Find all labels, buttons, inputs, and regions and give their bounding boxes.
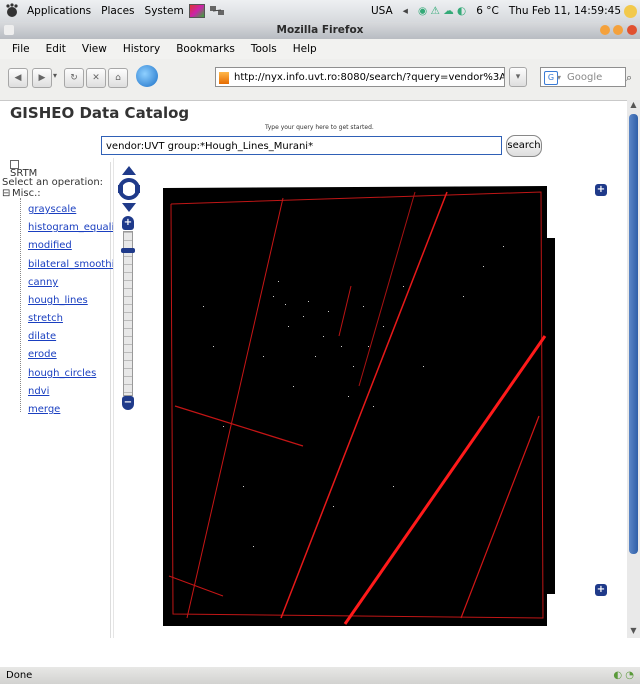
volume-icon[interactable]: ◂ <box>400 5 411 17</box>
maximize-icon[interactable] <box>613 25 624 35</box>
gnome-top-panel: Applications Places System USA ◂ ◉ ⚠ ☁ ◐… <box>0 0 640 23</box>
tree-connector <box>20 198 27 412</box>
places-menu[interactable]: Places <box>98 5 137 17</box>
web-search-placeholder: Google <box>567 72 603 83</box>
add-layer-icon[interactable]: + <box>595 184 607 196</box>
zoom-slider-handle[interactable] <box>121 248 135 253</box>
op-grayscale[interactable]: grayscale <box>28 204 76 215</box>
menu-tools[interactable]: Tools <box>243 43 285 55</box>
url-bar[interactable]: http://nyx.info.uvt.ro:8080/search/?quer… <box>215 67 505 87</box>
menu-view[interactable]: View <box>74 43 115 55</box>
page-title: GISHEO Data Catalog <box>10 104 190 122</box>
url-text: http://nyx.info.uvt.ro:8080/search/?quer… <box>234 72 504 83</box>
history-dropdown-icon[interactable]: ▾ <box>53 71 57 80</box>
keyboard-layout[interactable]: USA <box>368 5 396 17</box>
scroll-down-icon[interactable]: ▼ <box>627 626 640 638</box>
pan-control-icon[interactable] <box>118 166 140 212</box>
help-icon[interactable] <box>624 4 637 18</box>
op-hough-lines[interactable]: hough_lines <box>28 295 88 306</box>
search-icon[interactable]: ⌕ <box>626 71 632 85</box>
vertical-scrollbar[interactable]: ▲ ▼ <box>627 100 640 638</box>
op-modified[interactable]: modified <box>28 240 72 251</box>
zoom-slider[interactable] <box>123 231 133 396</box>
close-icon[interactable] <box>627 25 637 35</box>
stop-icon[interactable]: ✕ <box>86 68 106 88</box>
window-titlebar: Mozilla Firefox <box>0 22 640 39</box>
misc-collapse-icon[interactable]: ⊟ <box>2 188 10 199</box>
zoom-out-icon[interactable]: − <box>122 396 134 410</box>
scroll-up-icon[interactable]: ▲ <box>627 100 640 112</box>
op-ndvi[interactable]: ndvi <box>28 386 49 397</box>
op-dilate[interactable]: dilate <box>28 331 56 342</box>
op-hough-circles[interactable]: hough_circles <box>28 368 96 379</box>
reload-icon[interactable]: ↻ <box>64 68 84 88</box>
feed-icon <box>219 72 229 84</box>
status-tray-icons: ◐ ◔ <box>613 670 634 681</box>
op-merge[interactable]: merge <box>28 404 60 415</box>
monitor-icon[interactable] <box>188 4 205 18</box>
url-dropdown-icon[interactable]: ▾ <box>509 67 527 87</box>
window-title: Mozilla Firefox <box>276 24 364 36</box>
minimize-icon[interactable] <box>599 25 610 35</box>
op-stretch[interactable]: stretch <box>28 313 63 324</box>
navigation-toolbar: ◀ ▶ ▾ ↻ ✕ ⌂ http://nyx.info.uvt.ro:8080/… <box>0 59 640 101</box>
query-hint: Type your query here to get started. <box>265 124 374 131</box>
applications-menu[interactable]: Applications <box>24 5 94 17</box>
operations-panel: SRTM Select an operation: ⊟ Misc.: grays… <box>0 160 145 638</box>
home-icon[interactable]: ⌂ <box>108 68 128 88</box>
op-canny[interactable]: canny <box>28 277 58 288</box>
hough-lines-result-image[interactable] <box>163 186 555 626</box>
menu-history[interactable]: History <box>115 43 168 55</box>
status-text: Done <box>6 670 33 681</box>
clock[interactable]: Thu Feb 11, 14:59:45 <box>506 5 624 17</box>
menu-bar: File Edit View History Bookmarks Tools H… <box>0 39 640 60</box>
map-viewer[interactable]: + − + + <box>113 158 607 638</box>
query-input[interactable]: vendor:UVT group:*Hough_Lines_Murani* <box>101 136 502 155</box>
menu-file[interactable]: File <box>4 43 38 55</box>
zoom-in-icon[interactable]: + <box>122 216 134 230</box>
google-icon: G <box>544 71 558 85</box>
window-menu-icon[interactable] <box>4 25 14 35</box>
search-engine-dropdown-icon[interactable]: ▾ <box>557 68 561 88</box>
search-button[interactable]: search <box>506 135 542 157</box>
system-menu[interactable]: System <box>142 5 187 17</box>
overview-map-icon[interactable]: + <box>595 584 607 596</box>
network-icon[interactable] <box>209 4 225 18</box>
select-operation-label: Select an operation: <box>2 177 104 188</box>
forward-icon[interactable]: ▶ <box>32 68 52 88</box>
weather-applet[interactable]: 6 °C <box>473 5 502 17</box>
tray-icons[interactable]: ◉ ⚠ ☁ ◐ <box>415 5 469 17</box>
status-bar: Done ◐ ◔ <box>0 667 640 684</box>
firefox-icon <box>136 65 158 87</box>
menu-help[interactable]: Help <box>285 43 325 55</box>
op-erode[interactable]: erode <box>28 349 57 360</box>
gnome-foot-icon[interactable] <box>4 3 20 19</box>
menu-edit[interactable]: Edit <box>38 43 74 55</box>
web-search-input[interactable]: G ▾ Google <box>540 67 626 87</box>
scrollbar-thumb[interactable] <box>629 114 638 554</box>
back-icon[interactable]: ◀ <box>8 68 28 88</box>
menu-bookmarks[interactable]: Bookmarks <box>168 43 243 55</box>
